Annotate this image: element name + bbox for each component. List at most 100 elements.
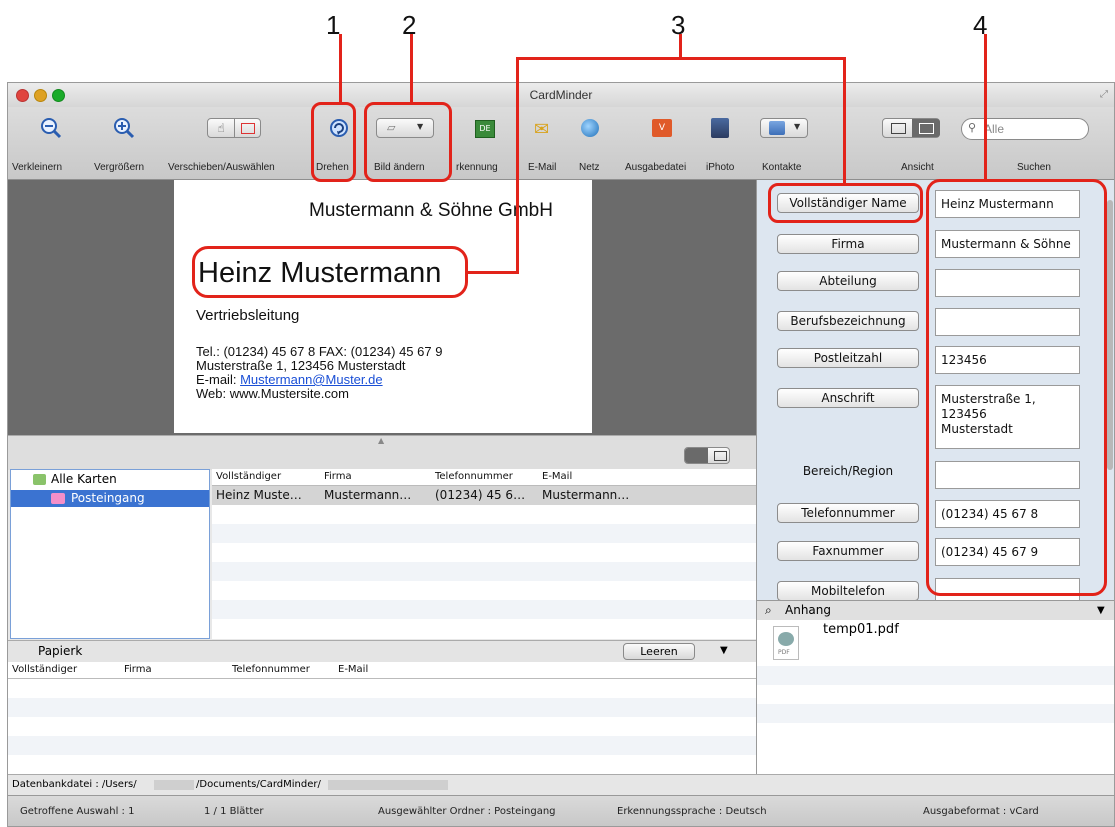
attachment-header: ⌕ Anhang ▼ (756, 600, 1114, 621)
select-rect-icon[interactable] (241, 123, 255, 134)
callout-1-leader (339, 34, 342, 102)
callout-3-left-hook (468, 271, 519, 274)
pdf-type-label: PDF (778, 649, 790, 656)
col-header[interactable]: Telefonnummer (435, 471, 513, 482)
db-path-prefix: Datenbankdatei : /Users/ (12, 779, 137, 790)
tree-item-inbox[interactable]: Posteingang (11, 490, 209, 507)
recognition-icon[interactable]: DE (475, 120, 495, 138)
card-line-2: Musterstraße 1, 123456 Musterstadt (196, 358, 406, 373)
field-button-fax[interactable]: Faxnummer (777, 541, 919, 561)
chevron-down-icon[interactable]: ▼ (720, 645, 728, 656)
callout-2-frame (364, 102, 452, 182)
col-header[interactable]: E-Mail (542, 471, 572, 482)
iphoto-label: iPhoto (706, 162, 735, 173)
col-header[interactable]: Firma (124, 664, 152, 675)
callout-2-leader (410, 34, 413, 102)
card-email-prefix: E-mail: (196, 372, 241, 387)
toolbar: Verkleinern Vergrößern ☝ Verschieben/Aus… (8, 107, 1114, 180)
card-web: Web: www.Mustersite.com (196, 386, 349, 401)
search-label: Suchen (1017, 162, 1051, 173)
pdf-logo-icon (778, 632, 794, 646)
attachment-label: Anhang (785, 603, 831, 617)
scrollbar[interactable] (1107, 200, 1113, 470)
zoom-in-icon[interactable] (113, 117, 135, 139)
callout-3-left-drop (516, 57, 519, 274)
list-view-icon[interactable] (685, 448, 708, 463)
output-file-label: Ausgabedatei (625, 162, 687, 173)
callout-3-bar (516, 57, 846, 60)
field-button-job-title[interactable]: Berufsbezeichnung (777, 311, 919, 331)
zoom-in-label: Vergrößern (94, 162, 145, 173)
move-select-label: Verschieben/Auswählen (168, 162, 275, 173)
view-single-icon[interactable] (883, 119, 913, 137)
card-email-line: E-mail: Mustermann@Muster.de (196, 373, 442, 387)
hand-icon[interactable]: ☝ (208, 119, 235, 137)
search-placeholder: Alle (984, 122, 1005, 136)
field-button-company[interactable]: Firma (777, 234, 919, 254)
callout-3-name-frame (192, 246, 468, 298)
status-format: Ausgabeformat : vCard (923, 806, 1039, 817)
empty-row (212, 524, 756, 543)
view-segment[interactable] (882, 118, 940, 138)
search-input[interactable]: ⚲ Alle (961, 118, 1089, 140)
redacted-filename (328, 780, 448, 790)
move-select-segment[interactable]: ☝ (207, 118, 261, 138)
attachment-filename[interactable]: temp01.pdf (823, 622, 899, 637)
col-header[interactable]: Telefonnummer (232, 664, 310, 675)
card-preview: Mustermann & Söhne GmbH Heinz Mustermann… (8, 180, 756, 435)
chevron-down-icon[interactable]: ▼ (1097, 605, 1105, 616)
globe-icon[interactable] (581, 119, 599, 137)
callout-3-right-drop (843, 57, 846, 185)
col-header[interactable]: Firma (324, 471, 352, 482)
title-bar: CardMinder ⤢ (8, 83, 1114, 107)
contacts-dropdown[interactable]: ▼ (760, 118, 808, 138)
field-button-phone[interactable]: Telefonnummer (777, 503, 919, 523)
card-email-link[interactable]: Mustermann@Muster.de (240, 372, 383, 387)
attachment-list: PDF temp01.pdf (756, 620, 1114, 775)
list-view-segment[interactable] (684, 447, 730, 464)
email-icon[interactable]: ✉ (534, 119, 549, 140)
empty-row (757, 666, 1114, 685)
trash-label: Papierk (38, 644, 83, 658)
fullscreen-icon[interactable]: ⤢ (1100, 89, 1108, 100)
status-folder: Ausgewählter Ordner : Posteingang (378, 806, 556, 817)
callout-1-frame (311, 102, 356, 182)
callout-3-leader (679, 34, 682, 59)
net-label: Netz (579, 162, 600, 173)
db-path-folder: /Documents/CardMinder/ (196, 779, 321, 790)
field-button-postal-code[interactable]: Postleitzahl (777, 348, 919, 368)
table-cell: Heinz Muste… (216, 488, 302, 502)
splitter-handle-icon[interactable]: ▲ (378, 436, 384, 445)
trash-table-header: Vollständiger Firma Telefonnummer E-Mail (8, 662, 756, 679)
view-label: Ansicht (901, 162, 934, 173)
zoom-out-label: Verkleinern (12, 162, 63, 173)
table-cell: (01234) 45 6… (435, 488, 526, 502)
iphoto-icon[interactable] (711, 118, 729, 138)
status-language: Erkennungssprache : Deutsch (617, 806, 767, 817)
field-button-mobile[interactable]: Mobiltelefon (777, 581, 919, 601)
contacts-label: Kontakte (762, 162, 802, 173)
col-header[interactable]: E-Mail (338, 664, 368, 675)
card-view-icon[interactable] (714, 451, 727, 461)
window-title: CardMinder (529, 88, 593, 102)
splitter-bar[interactable]: ▲ (8, 435, 756, 470)
col-header[interactable]: Vollständiger (216, 471, 281, 482)
card-list-table: Vollständiger Firma Telefonnummer E-Mail… (212, 469, 756, 639)
table-cell: Mustermann… (542, 488, 630, 502)
field-button-address[interactable]: Anschrift (777, 388, 919, 408)
redacted-username (154, 780, 194, 790)
tree-item-inbox-label: Posteingang (71, 491, 145, 505)
status-sheets: 1 / 1 Blätter (204, 806, 264, 817)
clear-trash-button[interactable]: Leeren (623, 643, 695, 660)
table-cell: Mustermann… (324, 488, 412, 502)
view-split-icon[interactable] (912, 119, 940, 137)
business-card-image: Mustermann & Söhne GmbH Heinz Mustermann… (174, 180, 592, 433)
field-button-department[interactable]: Abteilung (777, 271, 919, 291)
callout-4-leader (984, 34, 987, 181)
col-header[interactable]: Vollständiger (12, 664, 77, 675)
zoom-out-icon[interactable] (40, 117, 62, 139)
output-file-icon[interactable]: V (652, 119, 672, 137)
table-row[interactable]: Heinz Muste… Mustermann… (01234) 45 6… M… (212, 486, 756, 505)
pdf-file-icon[interactable]: PDF (773, 626, 799, 660)
tree-item-all-cards[interactable]: Alle Karten (51, 472, 117, 486)
